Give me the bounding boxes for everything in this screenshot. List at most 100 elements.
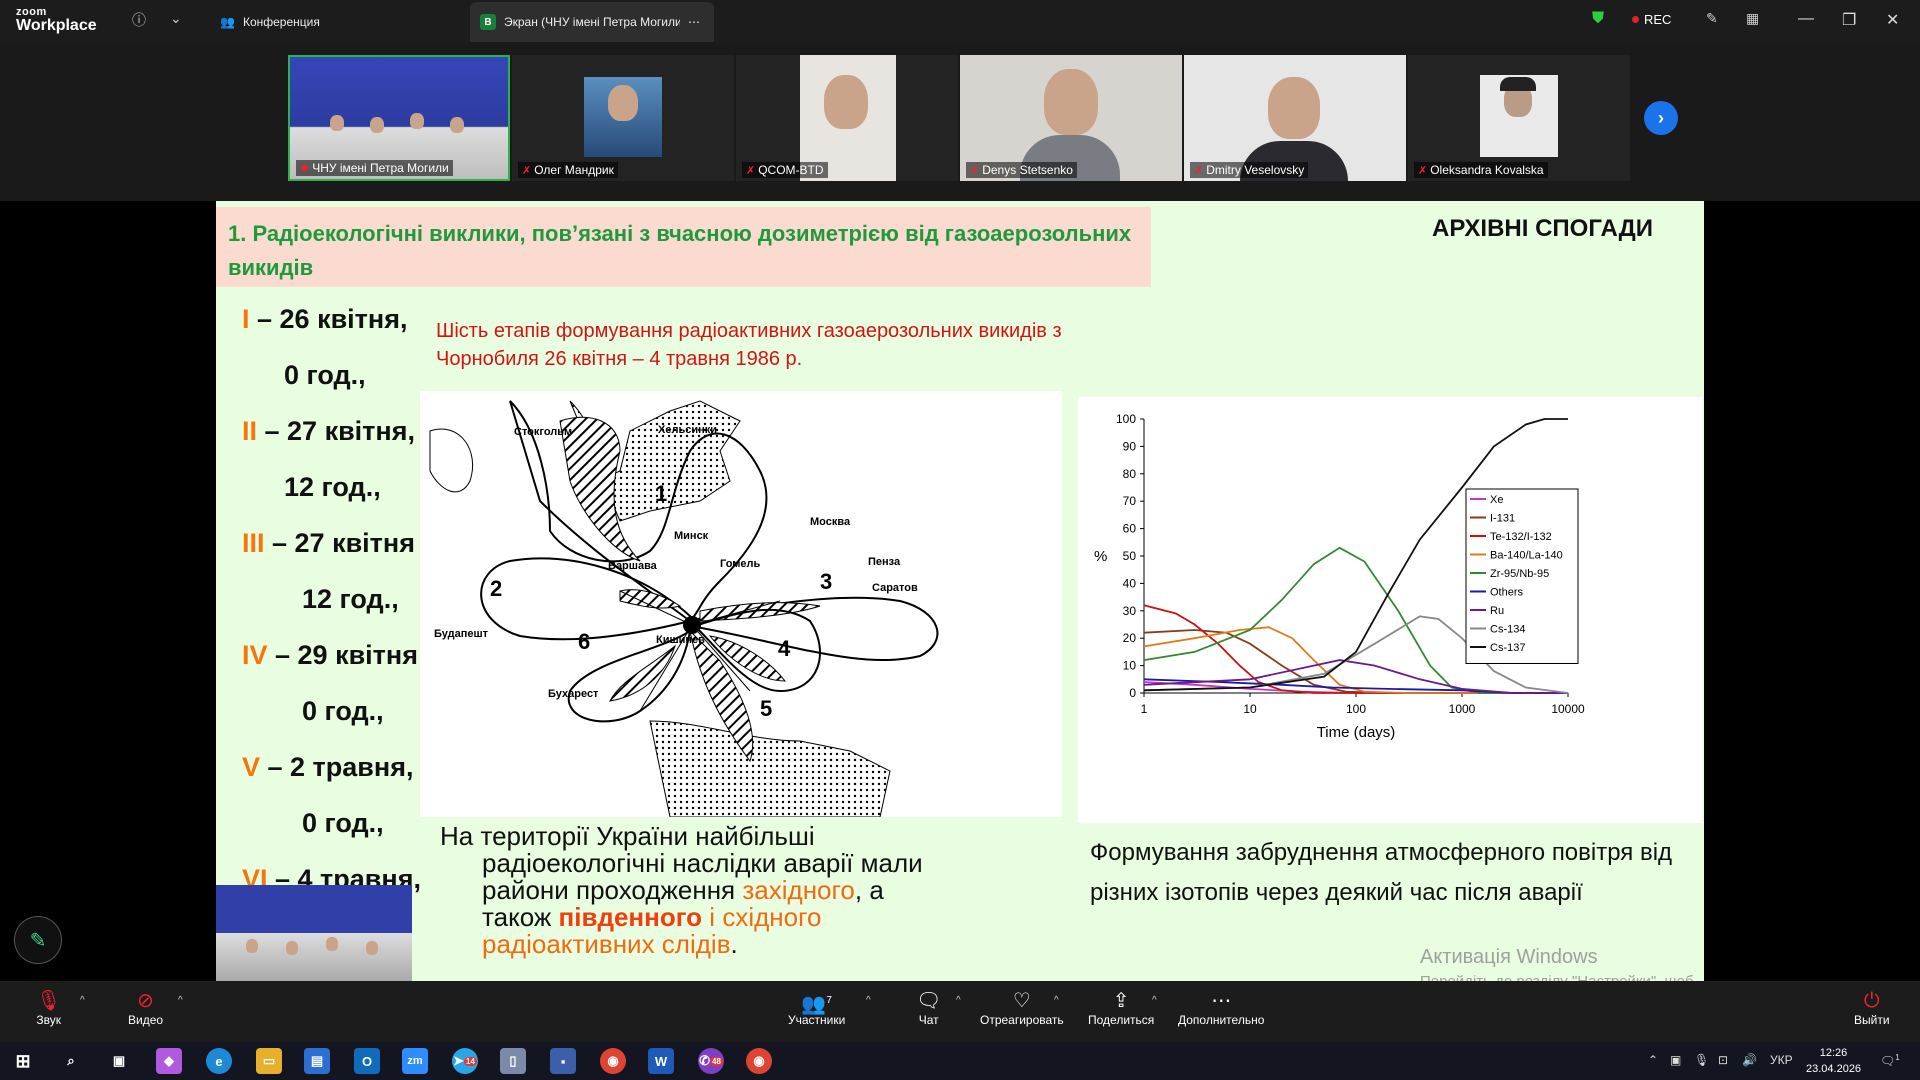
- city-budapest: Будапешт: [434, 628, 489, 640]
- plume-map: 1 2 3 4 5 6 Стокгольм Хельсинки Москва М…: [420, 391, 1062, 818]
- store-icon[interactable]: ▤: [304, 1048, 330, 1074]
- chat-button[interactable]: 🗨 Чат: [916, 989, 941, 1027]
- participant-tile[interactable]: ✗ Oleksandra Kovalska: [1408, 55, 1630, 181]
- info-icon[interactable]: ⓘ: [132, 10, 146, 30]
- clock-date: 23.04.2026: [1806, 1063, 1862, 1075]
- participant-tile[interactable]: ✱ ЧНУ імені Петра Могили: [288, 55, 510, 181]
- legend-label: Cs-137: [1490, 642, 1525, 654]
- telegram-icon[interactable]: ➤ 14: [452, 1048, 478, 1074]
- mic-tray-icon[interactable]: 🎙: [1694, 1053, 1709, 1067]
- tab-screen-share[interactable]: B Экран (ЧНУ імені Петра Могили ⋯: [470, 2, 714, 42]
- legend-label: I-131: [1490, 513, 1515, 525]
- tray-chevron-icon[interactable]: ⌃: [1648, 1053, 1658, 1067]
- chevron-down-icon[interactable]: ⌄: [170, 10, 182, 27]
- outlook-icon[interactable]: O: [354, 1048, 380, 1074]
- participants-options-caret[interactable]: ^: [866, 995, 871, 1006]
- pencil-icon[interactable]: ✎: [1706, 10, 1718, 27]
- file-explorer-icon[interactable]: ▭: [256, 1048, 282, 1074]
- y-tick-label: 100: [1116, 412, 1136, 426]
- apps-icon[interactable]: ▦: [1746, 10, 1759, 27]
- stage-item: 0 год.,: [302, 808, 384, 838]
- shield-icon[interactable]: ⛊: [1592, 10, 1604, 28]
- participants-icon: 👥: [220, 15, 235, 29]
- participant-tile[interactable]: ✗ Олег Мандрик: [512, 55, 734, 181]
- stage-item: 12 год.,: [284, 472, 381, 502]
- stage-item: 12 год.,: [302, 584, 399, 614]
- minimize-icon[interactable]: —: [1798, 10, 1814, 28]
- audio-options-caret[interactable]: ^: [80, 995, 85, 1006]
- copilot-icon[interactable]: ◆: [156, 1048, 182, 1074]
- plume-5-label: 5: [760, 696, 772, 721]
- ukraine-text: На території України найбільші радіоекол…: [440, 823, 1000, 958]
- x-tick-label: 100: [1346, 702, 1366, 716]
- city-stockholm: Стокгольм: [514, 426, 572, 438]
- mic-muted-icon: ✗: [522, 164, 532, 177]
- brand-bottom: Workplace: [16, 17, 97, 34]
- camera-tray-icon[interactable]: ▣: [1670, 1053, 1681, 1067]
- video-button[interactable]: ⊘ Видео: [128, 989, 163, 1027]
- plume-2-label: 2: [490, 576, 502, 601]
- network-icon[interactable]: ⊡: [1718, 1053, 1728, 1067]
- windows-start-icon[interactable]: ⊞: [10, 1048, 36, 1074]
- viber-icon[interactable]: ✆ 48: [698, 1048, 724, 1074]
- plume-6-label: 6: [578, 629, 590, 654]
- share-options-caret[interactable]: ^: [1152, 995, 1157, 1006]
- edge-icon[interactable]: e: [206, 1048, 232, 1074]
- language-indicator[interactable]: УКР: [1770, 1053, 1793, 1067]
- participants-icon: 👥7: [801, 993, 832, 1016]
- close-icon[interactable]: ✕: [1886, 10, 1899, 30]
- chrome-icon-2[interactable]: ◉: [746, 1048, 772, 1074]
- rec-dot-icon: [1632, 16, 1639, 23]
- save-app-icon[interactable]: ▪: [550, 1048, 576, 1074]
- chat-options-caret[interactable]: ^: [956, 995, 961, 1006]
- word-icon[interactable]: W: [648, 1048, 674, 1074]
- chrome-icon[interactable]: ◉: [600, 1048, 626, 1074]
- y-tick-label: 70: [1123, 494, 1137, 508]
- participant-tile[interactable]: ✗ Denys Stetsenko: [960, 55, 1182, 181]
- city-helsinki: Хельсинки: [658, 424, 717, 436]
- video-label: Видео: [128, 1013, 164, 1027]
- legend-label: Ba-140/La-140: [1490, 550, 1563, 562]
- task-view-icon[interactable]: ▣: [106, 1048, 132, 1074]
- plume-4-label: 4: [778, 636, 791, 661]
- audio-button[interactable]: 🎙 Звук: [36, 989, 61, 1027]
- video-options-caret[interactable]: ^: [178, 995, 183, 1006]
- x-tick-label: 1000: [1449, 702, 1476, 716]
- city-gomel: Гомель: [720, 558, 761, 570]
- mic-muted-icon: ✗: [746, 164, 756, 177]
- windows-activation-watermark: Активація Windows Перейдіть до розділу "…: [1420, 946, 1704, 981]
- participants-button[interactable]: 👥7 Участники: [788, 989, 845, 1027]
- restore-icon[interactable]: ❐: [1842, 10, 1856, 30]
- zoom-taskbar-icon[interactable]: zm: [402, 1048, 428, 1074]
- more-icon[interactable]: ⋯: [688, 15, 700, 29]
- search-icon[interactable]: ⌕: [58, 1048, 84, 1074]
- scroll-right-button[interactable]: ›: [1644, 101, 1678, 135]
- city-moscow: Москва: [810, 516, 851, 528]
- share-button[interactable]: ⇪ Поделиться: [1088, 989, 1154, 1027]
- plume-3-label: 3: [820, 569, 832, 594]
- x-axis-label: Time (days): [1317, 724, 1396, 741]
- mic-muted-icon: ✗: [1418, 164, 1428, 177]
- leave-button[interactable]: ⏻ Выйти: [1854, 989, 1890, 1027]
- react-button[interactable]: ♡ Отреагировать: [980, 989, 1064, 1027]
- volume-icon[interactable]: 🔊: [1742, 1053, 1757, 1067]
- notepad-icon[interactable]: ▯: [500, 1048, 526, 1074]
- annotate-button[interactable]: ✎: [14, 916, 62, 964]
- y-tick-label: 0: [1129, 686, 1136, 700]
- legend-label: Xe: [1490, 494, 1503, 506]
- stage-item: 0 год.,: [302, 696, 384, 726]
- tab-conference[interactable]: 👥 Конференция: [210, 2, 330, 42]
- more-button[interactable]: ⋯ Дополнительно: [1178, 989, 1264, 1027]
- react-options-caret[interactable]: ^: [1054, 995, 1059, 1006]
- participant-tile[interactable]: ✗ QCOM-BTD: [736, 55, 958, 181]
- city-warsaw: Варшава: [608, 560, 658, 572]
- mic-muted-icon: ✗: [1194, 164, 1204, 177]
- participant-tile[interactable]: ✗ Dmitry Veselovsky: [1184, 55, 1406, 181]
- recording-indicator[interactable]: REC: [1632, 12, 1671, 27]
- clock[interactable]: 12:26 23.04.2026: [1806, 1045, 1861, 1077]
- self-view-video[interactable]: [216, 885, 412, 981]
- y-tick-label: 80: [1123, 467, 1137, 481]
- notifications-icon[interactable]: 🗨1: [1880, 1053, 1900, 1068]
- ukraine-line-5: радіоактивних слідів.: [482, 929, 738, 959]
- tab-label: Экран (ЧНУ імені Петра Могили: [504, 15, 680, 29]
